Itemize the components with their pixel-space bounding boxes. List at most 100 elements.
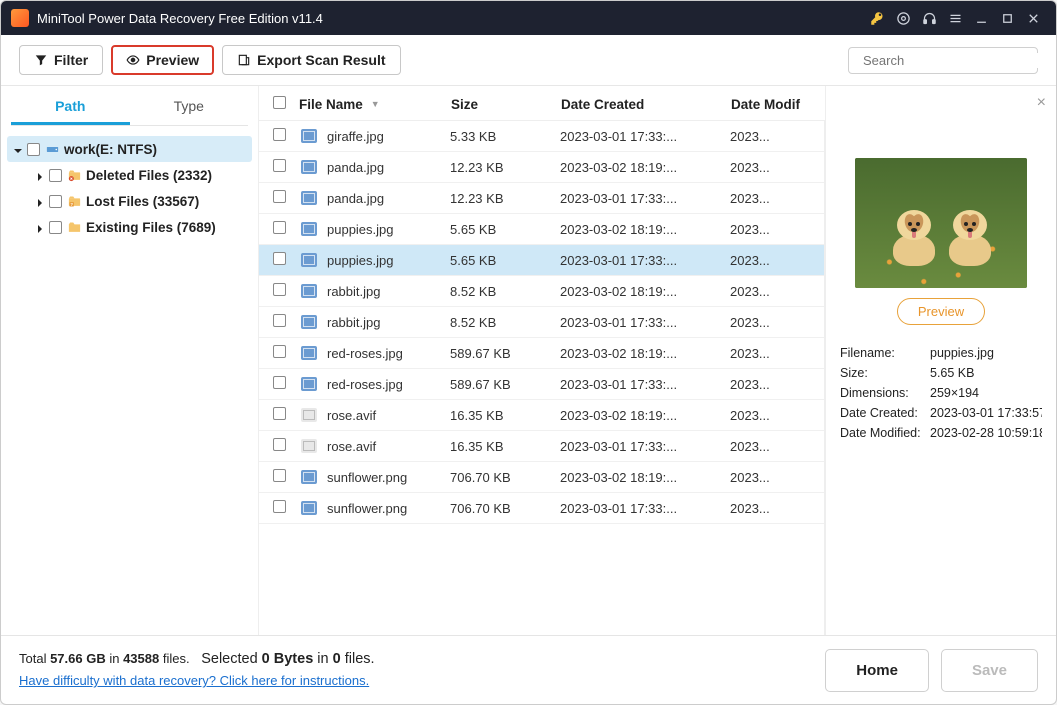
preview-panel: × Preview Filename:puppies.jpg Size:5.65… — [826, 86, 1056, 635]
image-icon — [301, 315, 317, 329]
save-button[interactable]: Save — [941, 649, 1038, 692]
tree-item-label: Lost Files (33567) — [86, 194, 199, 209]
image-icon — [301, 470, 317, 484]
table-row[interactable]: puppies.jpg5.65 KB2023-03-02 18:19:...20… — [259, 214, 824, 245]
preview-label: Preview — [146, 52, 199, 68]
checkbox[interactable] — [273, 128, 286, 141]
file-modified: 2023... — [730, 191, 810, 206]
checkbox[interactable] — [49, 195, 62, 208]
image-icon — [301, 129, 317, 143]
image-icon — [301, 253, 317, 267]
table-row[interactable]: giraffe.jpg5.33 KB2023-03-01 17:33:...20… — [259, 121, 824, 152]
table-row[interactable]: panda.jpg12.23 KB2023-03-01 17:33:...202… — [259, 183, 824, 214]
file-created: 2023-03-02 18:19:... — [560, 222, 730, 237]
tab-path[interactable]: Path — [11, 90, 130, 125]
checkbox[interactable] — [49, 169, 62, 182]
table-row[interactable]: red-roses.jpg589.67 KB2023-03-01 17:33:.… — [259, 369, 824, 400]
tree-item-deleted[interactable]: Deleted Files (2332) — [7, 162, 252, 188]
table-row[interactable]: puppies.jpg5.65 KB2023-03-01 17:33:...20… — [259, 245, 824, 276]
table-row[interactable]: rose.avif16.35 KB2023-03-01 17:33:...202… — [259, 431, 824, 462]
chevron-right-icon[interactable] — [35, 196, 45, 206]
file-modified: 2023... — [730, 377, 810, 392]
checkbox[interactable] — [27, 143, 40, 156]
checkbox[interactable] — [273, 469, 286, 482]
checkbox[interactable] — [273, 345, 286, 358]
checkbox[interactable] — [273, 407, 286, 420]
disc-icon[interactable] — [890, 5, 916, 31]
column-size[interactable]: Size — [451, 97, 561, 112]
checkbox[interactable] — [49, 221, 62, 234]
tree: work(E: NTFS) Deleted Files (2332) ? Los… — [1, 126, 258, 250]
key-icon[interactable] — [864, 5, 890, 31]
filter-button[interactable]: Filter — [19, 45, 103, 75]
home-button[interactable]: Home — [825, 649, 929, 692]
chevron-right-icon[interactable] — [35, 222, 45, 232]
filter-label: Filter — [54, 52, 88, 68]
column-modified[interactable]: Date Modif — [731, 97, 811, 112]
sort-desc-icon: ▼ — [371, 99, 380, 109]
folder-icon — [66, 219, 82, 235]
checkbox-all[interactable] — [273, 96, 286, 109]
preview-action-button[interactable]: Preview — [897, 298, 985, 325]
column-created[interactable]: Date Created — [561, 97, 731, 112]
file-created: 2023-03-02 18:19:... — [560, 470, 730, 485]
meta-created-val: 2023-03-01 17:33:57 — [930, 406, 1042, 420]
checkbox[interactable] — [273, 376, 286, 389]
file-created: 2023-03-02 18:19:... — [560, 346, 730, 361]
file-created: 2023-03-01 17:33:... — [560, 501, 730, 516]
table-row[interactable]: rabbit.jpg8.52 KB2023-03-02 18:19:...202… — [259, 276, 824, 307]
table-row[interactable]: red-roses.jpg589.67 KB2023-03-02 18:19:.… — [259, 338, 824, 369]
footer-selected: Selected 0 Bytes in 0 files. — [201, 651, 374, 667]
checkbox[interactable] — [273, 314, 286, 327]
search-input[interactable] — [848, 47, 1038, 74]
checkbox[interactable] — [273, 252, 286, 265]
tree-item-label: Existing Files (7689) — [86, 220, 216, 235]
meta-modified-val: 2023-02-28 10:59:18 — [930, 426, 1042, 440]
close-icon[interactable] — [1020, 5, 1046, 31]
meta-filename-val: puppies.jpg — [930, 346, 1042, 360]
file-created: 2023-03-01 17:33:... — [560, 315, 730, 330]
file-list[interactable]: giraffe.jpg5.33 KB2023-03-01 17:33:...20… — [259, 121, 825, 635]
file-created: 2023-03-01 17:33:... — [560, 439, 730, 454]
headphones-icon[interactable] — [916, 5, 942, 31]
table-row[interactable]: panda.jpg12.23 KB2023-03-02 18:19:...202… — [259, 152, 824, 183]
file-modified: 2023... — [730, 408, 810, 423]
tree-root[interactable]: work(E: NTFS) — [7, 136, 252, 162]
minimize-icon[interactable] — [968, 5, 994, 31]
svg-text:?: ? — [70, 201, 73, 206]
tree-item-lost[interactable]: ? Lost Files (33567) — [7, 188, 252, 214]
search-field[interactable] — [863, 53, 1039, 68]
help-link[interactable]: Have difficulty with data recovery? Clic… — [19, 673, 369, 688]
file-created: 2023-03-02 18:19:... — [560, 160, 730, 175]
file-modified: 2023... — [730, 129, 810, 144]
checkbox[interactable] — [273, 283, 286, 296]
export-label: Export Scan Result — [257, 52, 385, 68]
chevron-down-icon[interactable] — [13, 144, 23, 154]
preview-button[interactable]: Preview — [111, 45, 214, 75]
image-icon — [301, 501, 317, 515]
export-icon — [237, 53, 251, 67]
menu-icon[interactable] — [942, 5, 968, 31]
chevron-right-icon[interactable] — [35, 170, 45, 180]
checkbox[interactable] — [273, 190, 286, 203]
table-row[interactable]: rabbit.jpg8.52 KB2023-03-01 17:33:...202… — [259, 307, 824, 338]
tab-type[interactable]: Type — [130, 90, 249, 125]
checkbox[interactable] — [273, 221, 286, 234]
table-row[interactable]: sunflower.png706.70 KB2023-03-02 18:19:.… — [259, 462, 824, 493]
maximize-icon[interactable] — [994, 5, 1020, 31]
lost-folder-icon: ? — [66, 193, 82, 209]
meta-filename-key: Filename: — [840, 346, 930, 360]
column-filename[interactable]: File Name▼ — [299, 97, 451, 112]
file-modified: 2023... — [730, 439, 810, 454]
checkbox[interactable] — [273, 159, 286, 172]
file-size: 16.35 KB — [450, 439, 560, 454]
file-size: 12.23 KB — [450, 160, 560, 175]
table-row[interactable]: sunflower.png706.70 KB2023-03-01 17:33:.… — [259, 493, 824, 524]
checkbox[interactable] — [273, 500, 286, 513]
meta-size-val: 5.65 KB — [930, 366, 1042, 380]
close-preview-icon[interactable]: × — [1037, 94, 1046, 112]
checkbox[interactable] — [273, 438, 286, 451]
tree-item-existing[interactable]: Existing Files (7689) — [7, 214, 252, 240]
table-row[interactable]: rose.avif16.35 KB2023-03-02 18:19:...202… — [259, 400, 824, 431]
export-button[interactable]: Export Scan Result — [222, 45, 400, 75]
